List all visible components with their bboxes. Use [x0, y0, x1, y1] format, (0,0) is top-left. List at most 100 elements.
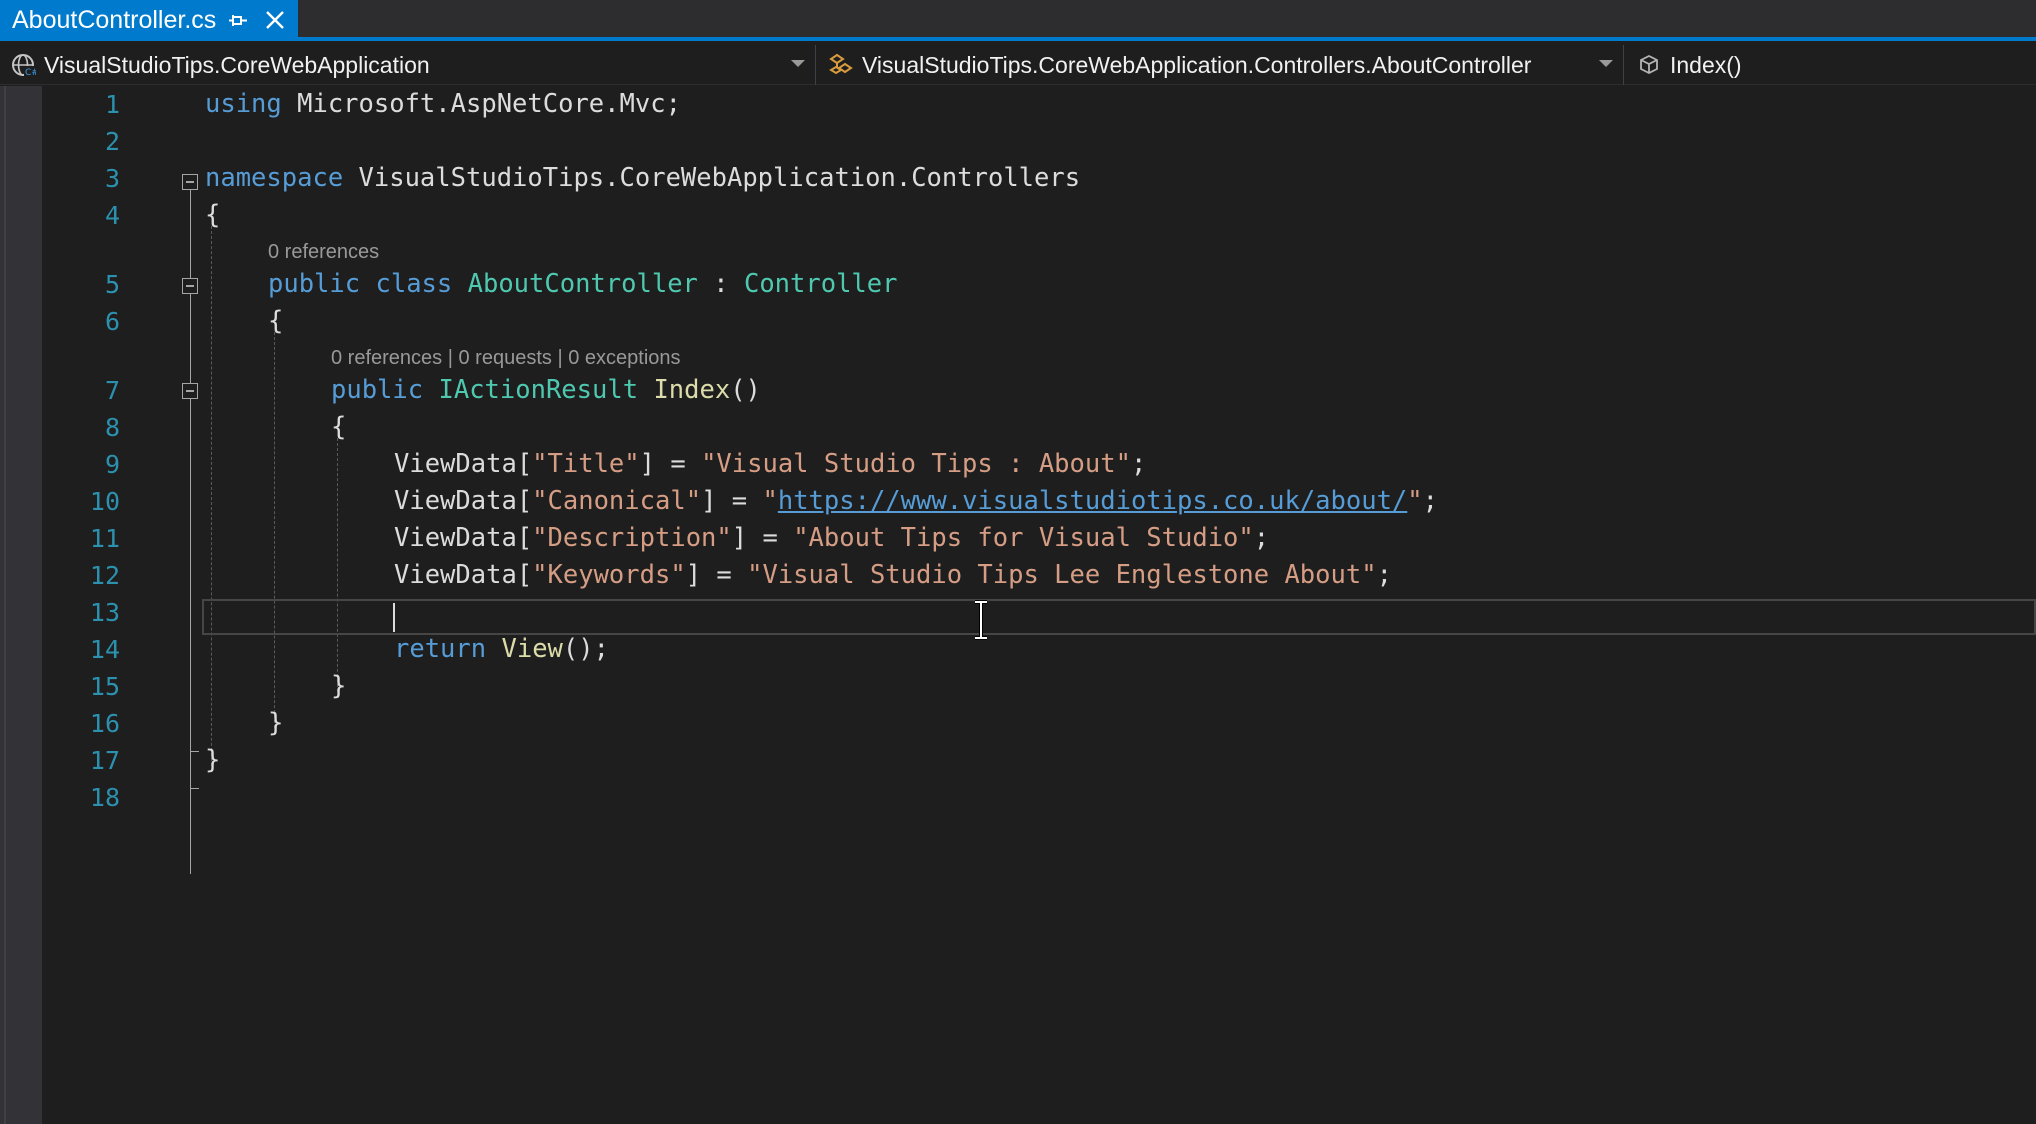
semicolon: ; [1376, 560, 1392, 590]
indent-guide [211, 226, 212, 766]
semicolon: ; [1130, 449, 1147, 479]
navigation-bar: C# VisualStudioTips.CoreWebApplication V… [0, 45, 2036, 85]
line-number: 4 [104, 201, 120, 230]
line-number: 11 [89, 524, 120, 553]
method-cube-icon [1640, 54, 1658, 75]
string-literal: "Keywords" [532, 560, 686, 590]
string-literal: "Title" [532, 449, 640, 479]
keyword-namespace: namespace [205, 163, 344, 193]
line-number: 3 [104, 164, 120, 193]
code-line-3: namespace VisualStudioTips.CoreWebApplic… [205, 160, 1080, 197]
semicolon: ; [1422, 486, 1439, 516]
assign-operator: ] = [701, 486, 763, 516]
viewdata-indexer: ViewData[ [394, 523, 533, 553]
string-literal: "About Tips for Visual Studio" [793, 523, 1254, 553]
keyword-public: public [268, 269, 361, 299]
close-icon[interactable] [264, 9, 286, 31]
outline-end [190, 788, 199, 789]
semicolon: ; [1253, 523, 1270, 553]
line-number: 1 [104, 90, 120, 119]
codelens-method-exceptions[interactable]: 0 exceptions [568, 347, 680, 369]
code-line-12: ViewData["Keywords"] = "Visual Studio Ti… [394, 557, 1392, 594]
class-dropdown-label: VisualStudioTips.CoreWebApplication.Cont… [862, 51, 1532, 78]
code-line-16: } [268, 708, 284, 738]
current-line-highlight [202, 599, 2036, 635]
project-dropdown-label: VisualStudioTips.CoreWebApplication [44, 51, 430, 78]
line-number: 16 [89, 709, 120, 738]
line-number: 15 [89, 672, 120, 701]
string-literal: "Visual Studio Tips : About" [701, 449, 1131, 479]
collapse-class-toggle[interactable] [182, 278, 198, 294]
code-line-6: { [268, 306, 284, 336]
codelens-method-info: 0 references | 0 requests | 0 exceptions [331, 344, 681, 372]
string-quote: " [762, 486, 778, 516]
line-number: 10 [89, 487, 120, 516]
line-number: 17 [89, 746, 120, 775]
namespace-name: VisualStudioTips.CoreWebApplication.Cont… [343, 163, 1081, 193]
viewdata-indexer: ViewData[ [394, 486, 533, 516]
indent-guide [274, 332, 275, 728]
line-number: 5 [104, 270, 120, 299]
using-target: Microsoft.AspNetCore.Mvc; [281, 89, 681, 119]
document-tab-strip: AboutController.cs [0, 0, 2036, 41]
code-line-5: public class AboutController : Controlle… [268, 266, 898, 303]
svg-text:C#: C# [25, 68, 36, 78]
code-line-8: { [331, 412, 347, 442]
chevron-down-icon [791, 60, 805, 67]
collapse-namespace-toggle[interactable] [182, 174, 198, 190]
collapse-method-toggle[interactable] [182, 383, 198, 399]
codelens-method-references[interactable]: 0 references [331, 347, 442, 369]
keyword-return: return [394, 634, 487, 664]
codelens-separator: | [557, 347, 563, 369]
assign-operator: ] = [731, 523, 794, 553]
code-line-7: public IActionResult Index() [331, 372, 761, 409]
canonical-url-link[interactable]: https://www.visualstudiotips.co.uk/about… [778, 486, 1407, 516]
base-class-name: Controller [743, 269, 898, 299]
code-line-10: ViewData["Canonical"] = "https://www.vis… [394, 483, 1438, 520]
call-parens: (); [562, 634, 609, 664]
viewdata-indexer: ViewData[ [394, 449, 533, 479]
margin-divider [4, 86, 6, 1124]
text-caret [393, 603, 395, 632]
chevron-down-icon [1599, 60, 1613, 67]
line-number: 13 [89, 598, 120, 627]
project-dropdown[interactable]: C# VisualStudioTips.CoreWebApplication [0, 45, 816, 85]
code-line-9: ViewData["Title"] = "Visual Studio Tips … [394, 446, 1146, 483]
line-number: 2 [104, 127, 120, 156]
ibeam-cursor-icon [975, 600, 987, 640]
string-quote: " [1407, 486, 1423, 516]
class-dropdown[interactable]: VisualStudioTips.CoreWebApplication.Cont… [818, 45, 1624, 85]
method-call-view: View [501, 634, 563, 664]
member-dropdown[interactable]: Index() [1626, 45, 2036, 85]
codelens-separator: | [447, 347, 453, 369]
code-line-14: return View(); [394, 631, 609, 668]
assign-operator: ] = [685, 560, 748, 590]
visual-studio-editor-window: AboutController.cs C# VisualStudio [0, 0, 2036, 1124]
codelens-method-requests[interactable]: 0 requests [459, 347, 552, 369]
method-name: Index [653, 375, 731, 405]
viewdata-indexer: ViewData[ [394, 560, 533, 590]
code-editor[interactable]: 1 2 3 4 5 6 7 8 9 10 11 12 13 14 15 16 1… [0, 86, 2036, 1124]
keyword-using: using [205, 89, 282, 119]
class-name: AboutController [467, 269, 698, 299]
pin-icon[interactable] [228, 9, 250, 31]
line-number: 14 [89, 635, 120, 664]
indent-guide [337, 438, 338, 692]
code-line-15: } [331, 671, 347, 701]
code-line-17: } [205, 745, 221, 775]
line-number: 9 [104, 450, 120, 479]
indicator-margin [0, 86, 42, 1124]
method-parens: () [730, 375, 761, 405]
line-number: 18 [89, 783, 120, 812]
keyword-class: class [375, 269, 453, 299]
line-number: 7 [104, 376, 120, 405]
code-line-11: ViewData["Description"] = "About Tips fo… [394, 520, 1269, 557]
tab-about-controller[interactable]: AboutController.cs [0, 0, 298, 41]
codelens-class-references[interactable]: 0 references [268, 238, 379, 266]
string-literal: "Canonical" [532, 486, 702, 516]
line-number: 6 [104, 307, 120, 336]
string-literal: "Visual Studio Tips Lee Englestone About… [747, 560, 1377, 590]
line-number: 12 [89, 561, 120, 590]
tab-title: AboutController.cs [12, 6, 217, 34]
line-number: 8 [104, 413, 120, 442]
